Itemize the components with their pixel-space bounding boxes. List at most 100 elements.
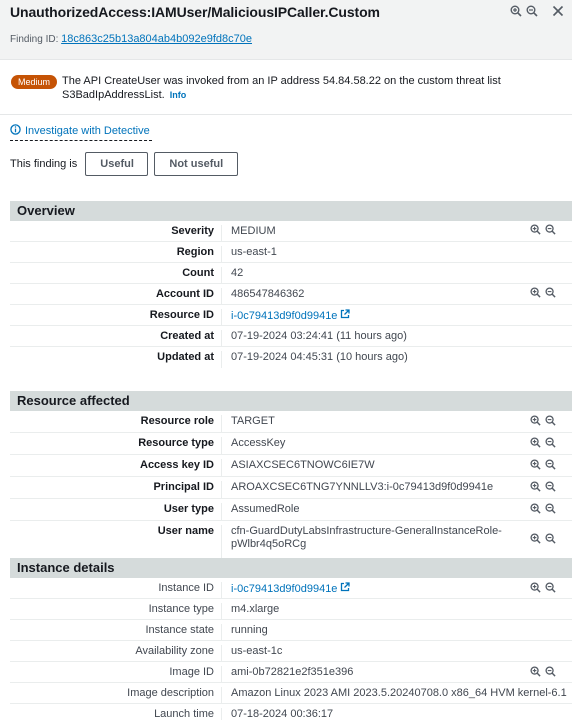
instance-id-link[interactable]: i-0c79413d9f0d9941e bbox=[222, 582, 572, 598]
zoom-out-icon[interactable] bbox=[545, 666, 556, 680]
row-value: 07-19-2024 04:45:31 (10 hours ago) bbox=[231, 351, 408, 363]
feedback-row: This finding is Useful Not useful bbox=[10, 152, 244, 176]
row-label: Image description bbox=[127, 687, 214, 699]
external-link-icon bbox=[340, 309, 351, 323]
row-label: Severity bbox=[171, 225, 214, 237]
zoom-in-icon[interactable] bbox=[510, 5, 522, 20]
zoom-out-icon[interactable] bbox=[545, 224, 556, 238]
instance-table: Instance ID i-0c79413d9f0d9941e Instance… bbox=[10, 578, 572, 720]
row-value: m4.xlarge bbox=[231, 603, 280, 615]
row-label: Count bbox=[182, 267, 214, 279]
table-row: Account ID 486547846362 bbox=[10, 284, 572, 305]
finding-summary-banner: Medium The API CreateUser was invoked fr… bbox=[0, 61, 572, 115]
resource-table: Resource role TARGET Resource type Acces… bbox=[10, 411, 572, 558]
row-value: AssumedRole bbox=[231, 503, 300, 515]
info-circle-icon bbox=[10, 124, 21, 138]
row-label: Instance type bbox=[148, 603, 214, 615]
zoom-out-icon[interactable] bbox=[545, 459, 556, 473]
resource-affected-section-header: Resource affected bbox=[10, 391, 572, 411]
finding-description-text: The API CreateUser was invoked from an I… bbox=[62, 75, 501, 101]
zoom-out-icon[interactable] bbox=[545, 437, 556, 451]
finding-title: UnauthorizedAccess:IAMUser/MaliciousIPCa… bbox=[10, 4, 380, 20]
zoom-out-icon[interactable] bbox=[545, 415, 556, 429]
row-label: Access key ID bbox=[140, 459, 214, 471]
zoom-out-icon[interactable] bbox=[545, 582, 556, 596]
row-label: Account ID bbox=[155, 288, 214, 300]
zoom-in-icon[interactable] bbox=[530, 415, 541, 429]
row-label: Resource ID bbox=[149, 309, 214, 321]
header-actions bbox=[510, 5, 564, 20]
row-value: us-east-1 bbox=[231, 246, 277, 258]
overview-table: Severity MEDIUM Region us-east-1 Count 4… bbox=[10, 221, 572, 368]
row-label: Resource role bbox=[140, 415, 214, 427]
table-row: Instance type m4.xlarge bbox=[10, 599, 572, 620]
row-label: Instance state bbox=[145, 624, 215, 636]
row-label: Availability zone bbox=[135, 645, 214, 657]
table-row: User name cfn-GuardDutyLabsInfrastructur… bbox=[10, 521, 572, 558]
finding-id-label: Finding ID: bbox=[10, 34, 59, 45]
table-row: Instance state running bbox=[10, 620, 572, 641]
table-row: Count 42 bbox=[10, 263, 572, 284]
table-row: Created at 07-19-2024 03:24:41 (11 hours… bbox=[10, 326, 572, 347]
row-value: TARGET bbox=[231, 415, 275, 427]
row-value: 42 bbox=[231, 267, 244, 279]
row-value: ASIAXCSEC6TNOWC6IE7W bbox=[231, 459, 375, 471]
zoom-out-icon[interactable] bbox=[526, 5, 538, 20]
row-value: running bbox=[231, 624, 268, 636]
row-label: Created at bbox=[160, 330, 214, 342]
row-label: Region bbox=[176, 246, 214, 258]
info-link[interactable]: Info bbox=[170, 90, 187, 100]
table-row: Principal ID AROAXCSEC6TNG7YNNLLV3:i-0c7… bbox=[10, 477, 572, 499]
external-link-icon bbox=[340, 582, 351, 596]
zoom-out-icon[interactable] bbox=[545, 503, 556, 517]
zoom-in-icon[interactable] bbox=[530, 503, 541, 517]
panel-header: UnauthorizedAccess:IAMUser/MaliciousIPCa… bbox=[0, 0, 572, 60]
not-useful-button[interactable]: Not useful bbox=[154, 152, 239, 176]
resource-id-value: i-0c79413d9f0d9941e bbox=[231, 309, 338, 322]
table-row: Resource role TARGET bbox=[10, 411, 572, 433]
row-label: User type bbox=[163, 503, 214, 515]
row-value: 07-19-2024 03:24:41 (11 hours ago) bbox=[231, 330, 407, 342]
finding-id-row: Finding ID: 18c863c25b13a804ab4b092e9fd8… bbox=[10, 33, 252, 45]
investigate-detective-link[interactable]: Investigate with Detective bbox=[10, 124, 150, 138]
row-value: 07-18-2024 00:36:17 bbox=[231, 708, 334, 720]
feedback-prompt: This finding is bbox=[10, 158, 78, 170]
instance-details-section-header: Instance details bbox=[10, 558, 572, 578]
zoom-out-icon[interactable] bbox=[545, 533, 556, 547]
row-value: cfn-GuardDutyLabsInfrastructure-GeneralI… bbox=[231, 525, 502, 550]
row-label: Principal ID bbox=[153, 481, 214, 493]
investigate-detective-label: Investigate with Detective bbox=[25, 125, 150, 137]
table-row: Region us-east-1 bbox=[10, 242, 572, 263]
row-value: Amazon Linux 2023 AMI 2023.5.20240708.0 … bbox=[231, 687, 567, 699]
table-row: User type AssumedRole bbox=[10, 499, 572, 521]
table-row: Updated at 07-19-2024 04:45:31 (10 hours… bbox=[10, 347, 572, 368]
table-row: Image ID ami-0b72821e2f351e396 bbox=[10, 662, 572, 683]
zoom-in-icon[interactable] bbox=[530, 287, 541, 301]
table-row: Resource type AccessKey bbox=[10, 433, 572, 455]
zoom-in-icon[interactable] bbox=[530, 224, 541, 238]
row-value: us-east-1c bbox=[231, 645, 283, 657]
finding-id-link[interactable]: 18c863c25b13a804ab4b092e9fd8c70e bbox=[61, 33, 252, 45]
zoom-in-icon[interactable] bbox=[530, 666, 541, 680]
close-icon[interactable] bbox=[552, 5, 564, 20]
table-row: Resource ID i-0c79413d9f0d9941e bbox=[10, 305, 572, 326]
zoom-out-icon[interactable] bbox=[545, 287, 556, 301]
row-value: AccessKey bbox=[231, 437, 286, 449]
table-row: Launch time 07-18-2024 00:36:17 bbox=[10, 704, 572, 720]
row-label: User name bbox=[157, 525, 214, 537]
zoom-in-icon[interactable] bbox=[530, 533, 541, 547]
finding-description: The API CreateUser was invoked from an I… bbox=[62, 74, 542, 102]
resource-id-link[interactable]: i-0c79413d9f0d9941e bbox=[222, 309, 572, 325]
zoom-out-icon[interactable] bbox=[545, 481, 556, 495]
zoom-in-icon[interactable] bbox=[530, 459, 541, 473]
instance-id-value: i-0c79413d9f0d9941e bbox=[231, 582, 338, 595]
zoom-in-icon[interactable] bbox=[530, 481, 541, 495]
row-value: ami-0b72821e2f351e396 bbox=[231, 666, 354, 678]
table-row: Severity MEDIUM bbox=[10, 221, 572, 242]
row-label: Launch time bbox=[154, 708, 214, 720]
severity-badge: Medium bbox=[11, 75, 58, 89]
zoom-in-icon[interactable] bbox=[530, 582, 541, 596]
useful-button[interactable]: Useful bbox=[85, 152, 149, 176]
detective-underline bbox=[10, 140, 152, 141]
zoom-in-icon[interactable] bbox=[530, 437, 541, 451]
